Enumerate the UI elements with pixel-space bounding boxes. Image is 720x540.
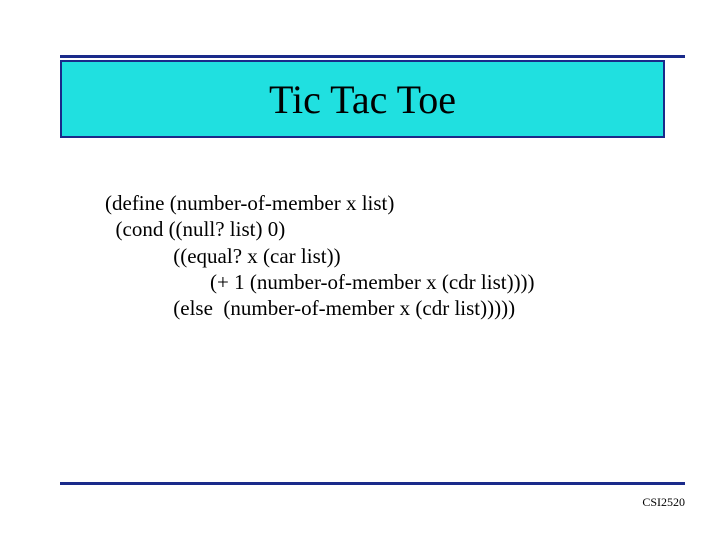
code-block: (define (number-of-member x list) (cond … — [105, 190, 535, 321]
top-divider — [60, 55, 685, 58]
slide: Tic Tac Toe (define (number-of-member x … — [0, 0, 720, 540]
title-box: Tic Tac Toe — [60, 60, 665, 138]
bottom-divider — [60, 482, 685, 485]
footer-label: CSI2520 — [642, 495, 685, 510]
slide-title: Tic Tac Toe — [269, 76, 456, 123]
